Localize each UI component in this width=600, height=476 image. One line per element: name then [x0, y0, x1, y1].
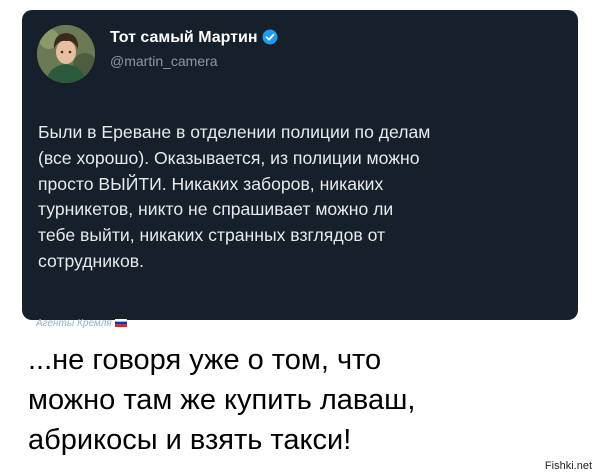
- tweet-text-line: (все хорошо). Оказывается, из полиции мо…: [38, 147, 420, 168]
- caption-line: ...не говоря уже о том, что: [28, 344, 382, 376]
- tweet-text-line: просто ВЫЙТИ. Никаких заборов, никаких: [38, 173, 384, 194]
- tweet-text-line: турникетов, никто не спрашивает можно ли: [38, 199, 394, 220]
- tweet-text-line: тебе выйти, никаких странных взглядов от: [38, 225, 386, 246]
- display-name-text[interactable]: Тот самый Мартин: [110, 29, 258, 46]
- watermark: Fishki.net: [544, 460, 592, 472]
- russian-flag-icon: [114, 318, 127, 330]
- display-name[interactable]: Тот самый Мартин: [110, 29, 278, 50]
- caption: ...не говоря уже о том, что можно там же…: [28, 340, 588, 460]
- user-handle[interactable]: @martin_camera: [110, 53, 218, 69]
- tweet-card[interactable]: Тот самый Мартин @martin_camera Были в Е…: [22, 10, 578, 320]
- verified-badge-icon: [262, 29, 278, 50]
- caption-line: абрикосы и взять такси!: [28, 424, 352, 456]
- source-tag-text: Агенты Кремля: [36, 318, 112, 329]
- avatar-image: [37, 25, 95, 83]
- tweet-text-line: сотрудников.: [38, 250, 144, 271]
- tweet-text-line: Были в Ереване в отделении полиции по де…: [38, 122, 431, 142]
- caption-line: можно там же купить лаваш,: [28, 384, 416, 416]
- avatar[interactable]: [37, 25, 95, 83]
- source-tag: Агенты Кремля: [36, 318, 127, 330]
- tweet-text: Были в Ереване в отделении полиции по де…: [38, 120, 558, 275]
